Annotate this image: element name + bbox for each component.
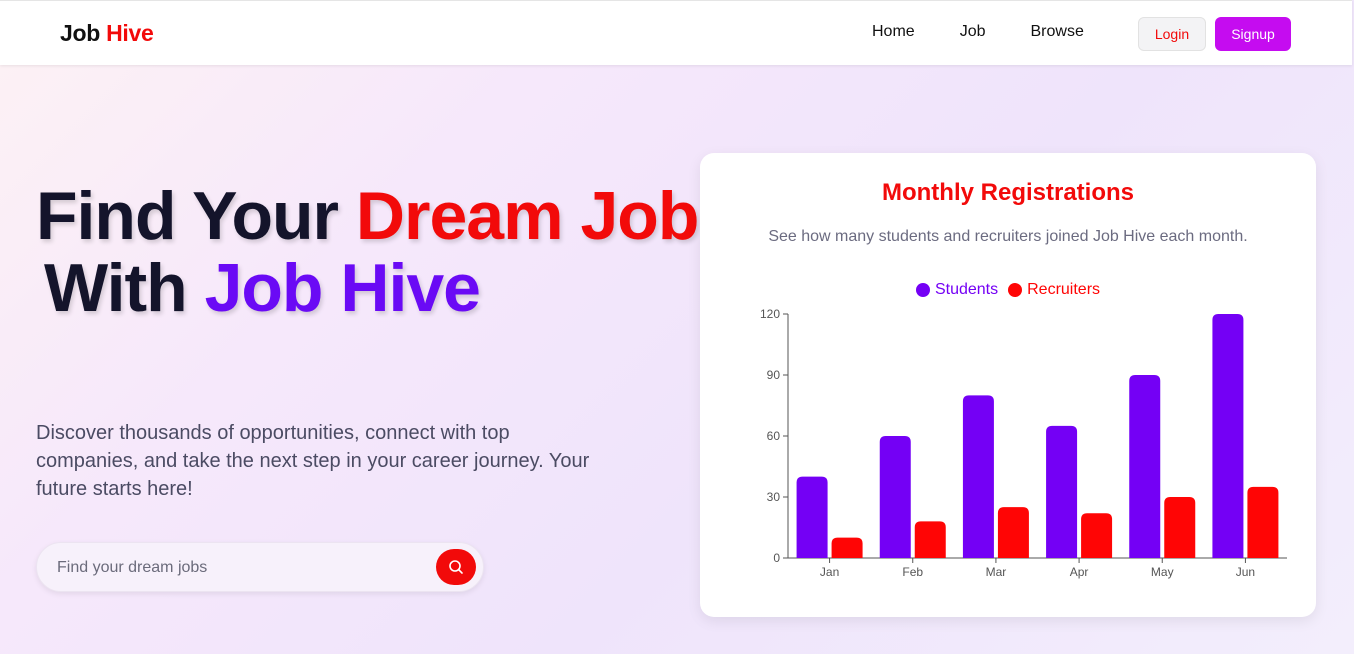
search-button[interactable]: [436, 549, 476, 585]
brand-accent: Hive: [106, 20, 154, 46]
hero-title-part1: Find Your: [36, 178, 356, 254]
nav-link-home[interactable]: Home: [872, 23, 915, 41]
brand-logo[interactable]: Job Hive: [60, 20, 154, 47]
hero-title: Find Your Dream Job With Job Hive: [36, 178, 699, 326]
search-bar: [36, 542, 484, 592]
bar-students-jun: [1212, 314, 1244, 558]
bar-chart: 0 30 60 90 120 Jan Feb Mar Apr May Jun: [760, 307, 1287, 579]
x-tick-label: Apr: [1070, 565, 1089, 579]
x-tick-label: Mar: [986, 565, 1007, 579]
hero-description: Discover thousands of opportunities, con…: [36, 422, 590, 500]
hero-title-part4: Job Hive: [204, 250, 481, 326]
bar-students-feb: [879, 436, 911, 558]
y-tick-label: 60: [767, 429, 781, 443]
hero-title-part2: Dream Job: [355, 178, 699, 254]
nav-links: Home Job Browse: [872, 23, 1129, 41]
y-tick-label: 90: [767, 368, 781, 382]
search-input[interactable]: [57, 556, 427, 580]
y-tick-label: 0: [773, 551, 780, 565]
bar-recruiters-may: [1164, 497, 1196, 558]
hero-title-part3: With: [44, 250, 188, 326]
login-button[interactable]: Login: [1138, 17, 1206, 51]
brand-prefix: Job: [60, 20, 100, 46]
y-tick-label: 30: [767, 490, 781, 504]
x-tick-label: Feb: [902, 565, 923, 579]
bar-students-mar: [962, 395, 994, 558]
x-tick-label: Jan: [820, 565, 839, 579]
bar-recruiters-jun: [1247, 486, 1279, 558]
bar-students-may: [1129, 375, 1161, 558]
search-icon: [449, 560, 463, 574]
bar-recruiters-apr: [1081, 513, 1113, 558]
registrations-card: Monthly Registrations See how many stude…: [700, 153, 1316, 617]
nav-link-browse[interactable]: Browse: [1030, 23, 1083, 41]
signup-button[interactable]: Signup: [1215, 17, 1291, 51]
bar-recruiters-jan: [831, 537, 863, 558]
bar-students-apr: [1046, 425, 1078, 558]
bar-recruiters-mar: [997, 507, 1029, 558]
x-tick-label: May: [1151, 565, 1174, 579]
x-tick-label: Jun: [1236, 565, 1255, 579]
bar-recruiters-feb: [914, 521, 946, 558]
y-tick-label: 120: [760, 307, 780, 321]
navbar: Job Hive Home Job Browse Login Signup: [0, 0, 1352, 65]
bar-students-jan: [796, 476, 828, 558]
nav-link-job[interactable]: Job: [960, 23, 986, 41]
